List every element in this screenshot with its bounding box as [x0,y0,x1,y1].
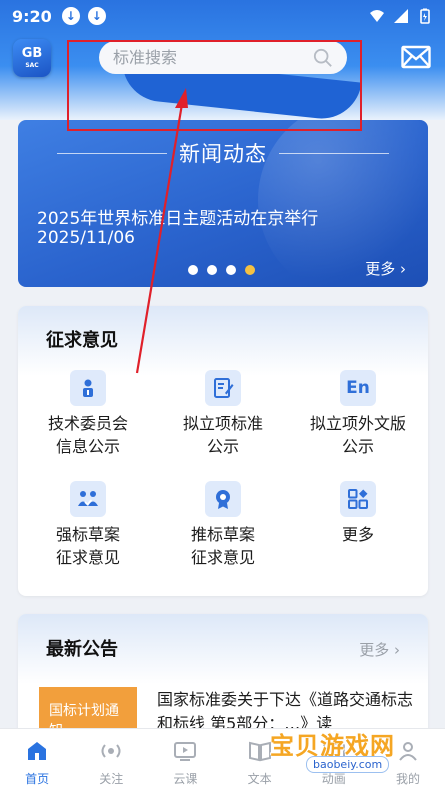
grid-label-line: 公示 [341,437,374,456]
video-icon [174,742,197,761]
grid-item-more[interactable]: 更多 [293,481,423,546]
carousel-dot[interactable] [226,265,236,275]
nav-home[interactable]: 首页 [0,729,74,791]
en-icon: En [340,370,376,406]
status-time: 9:20 [12,6,52,26]
people-check-icon [70,481,106,517]
news-more-label: 更多 [365,260,396,278]
broadcast-icon [101,744,121,758]
app-logo-subtext: SAC [25,62,39,69]
news-headline[interactable]: 2025年世界标准日主题活动在京举行 [37,204,318,229]
wifi-icon [370,10,384,22]
person-info-icon [70,370,106,406]
app-logo-text: GB [21,46,43,61]
chevron-right-icon: › [394,641,400,659]
grid-label-line: 公示 [206,437,239,456]
solicit-title: 征求意见 [46,330,118,351]
notices-title: 最新公告 [46,639,118,660]
grid-label-line: 拟立项标准 [182,414,263,433]
watermark-url: baobeiy.com [306,756,390,773]
grid-label-line: 强标草案 [55,525,120,544]
home-icon [28,742,47,760]
divider [57,152,167,154]
news-title-row: 新闻动态 [18,138,428,168]
nav-follow[interactable]: 关注 [74,729,148,791]
carousel-dot[interactable] [188,265,198,275]
app-logo[interactable]: GB SAC [13,39,51,77]
book-icon [248,741,271,762]
grid-label-line: 技术委员会 [47,414,128,433]
divider [279,152,389,154]
grid-item-mandatory-draft[interactable]: 强标草案 征求意见 [23,481,153,569]
notices-more-link[interactable]: 更多 › [359,639,400,660]
mail-icon[interactable] [401,45,431,69]
nav-label: 首页 [25,772,50,786]
grid-label: 推标草案 征求意见 [158,523,288,569]
news-more-link[interactable]: 更多 › [365,258,406,279]
grid-label: 拟立项标准 公示 [158,412,288,458]
status-bar: 9:20 ↓ ↓ [0,0,445,32]
annotation-highlight-box [67,40,362,131]
signal-icon [394,9,408,23]
carousel-dot-active[interactable] [245,265,255,275]
grid-label: 更多 [293,523,423,546]
solicit-card: 征求意见 技术委员会 信息公示 拟立项标准 公示 En 拟立项外文版 公示 强标… [18,306,428,596]
download-icon: ↓ [87,7,106,25]
grid-label-line: 征求意见 [190,548,255,567]
grid-label: 拟立项外文版 公示 [293,412,423,458]
grid-label-line: 推标草案 [190,525,255,544]
badge-gear-icon [205,481,241,517]
grid-more-icon [340,481,376,517]
grid-item-proposed-standard[interactable]: 拟立项标准 公示 [158,370,288,458]
carousel-indicator [188,265,255,275]
grid-label: 强标草案 征求意见 [23,523,153,569]
download-icon: ↓ [61,7,80,25]
grid-item-committee-info[interactable]: 技术委员会 信息公示 [23,370,153,458]
nav-label: 关注 [99,772,124,786]
document-edit-icon [205,370,241,406]
news-banner[interactable]: 新闻动态 2025年世界标准日主题活动在京举行 2025/11/06 更多 › [18,120,428,287]
notices-more-label: 更多 [359,641,390,659]
grid-item-foreign-version[interactable]: En 拟立项外文版 公示 [293,370,423,458]
grid-label: 技术委员会 信息公示 [23,412,153,458]
battery-icon [420,8,430,24]
watermark-logo: 宝贝游戏网 baobeiy.com [270,722,418,778]
nav-label: 云课 [173,772,198,786]
grid-label-line: 拟立项外文版 [309,414,406,433]
news-section-title: 新闻动态 [179,142,267,166]
grid-label-line: 更多 [341,525,374,544]
grid-item-recommended-draft[interactable]: 推标草案 征求意见 [158,481,288,569]
chevron-right-icon: › [400,260,406,278]
news-date: 2025/11/06 [37,228,135,248]
nav-cloud-course[interactable]: 云课 [148,729,222,791]
grid-label-line: 征求意见 [55,548,120,567]
carousel-dot[interactable] [207,265,217,275]
grid-label-line: 信息公示 [55,437,120,456]
